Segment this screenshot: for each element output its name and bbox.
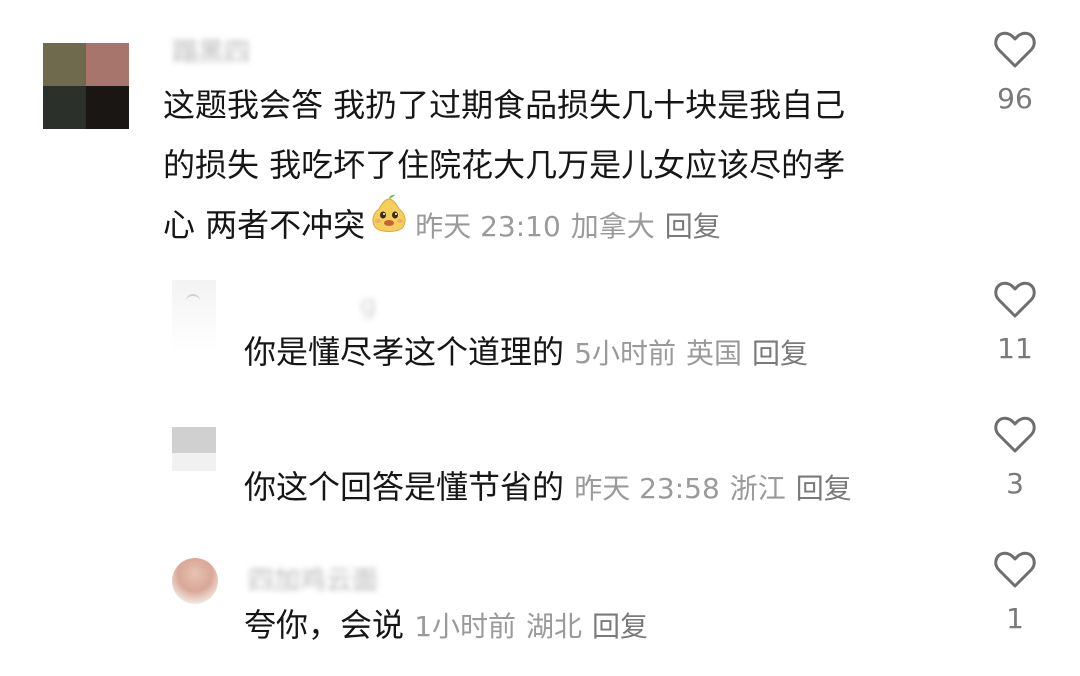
username[interactable]: g <box>360 290 377 320</box>
comment-text-line: 心 两者不冲突 <box>163 206 366 244</box>
comment-meta: 昨天 23:10 加拿大 回复 <box>415 210 721 243</box>
comment-location: 英国 <box>686 337 743 370</box>
comment-time: 昨天 23:10 <box>415 210 561 243</box>
comment-text: 你是懂尽孝这个道理的 5小时前 英国 回复 <box>244 322 808 384</box>
reply-button[interactable]: 回复 <box>752 337 808 370</box>
comment-text: 这题我会答 我扔了过期食品损失几十块是我自己 的损失 我吃坏了住院花大几万是儿女… <box>163 75 963 257</box>
heart-outline-icon <box>994 31 1036 68</box>
reply-button[interactable]: 回复 <box>592 610 648 643</box>
heart-outline-icon <box>994 281 1036 318</box>
like-button[interactable]: 1 <box>975 550 1055 635</box>
comment-text-line: 这题我会答 我扔了过期食品损失几十块是我自己 <box>163 86 846 124</box>
comment-location: 湖北 <box>526 610 583 643</box>
reply-button[interactable]: 回复 <box>665 210 721 243</box>
comment-text-line: 你这个回答是懂节省的 <box>244 468 565 506</box>
avatar[interactable] <box>172 427 216 471</box>
comment-text-last-line: 心 两者不冲突 昨天 23:10 加拿大 回复 <box>163 193 963 257</box>
comment-meta: 昨天 23:58 浙江 回复 <box>574 472 852 505</box>
like-button[interactable]: 3 <box>975 415 1055 500</box>
heart-outline-icon <box>994 551 1036 588</box>
like-count: 3 <box>1006 467 1024 500</box>
avatar[interactable] <box>172 280 216 352</box>
comment-text-line: 的损失 我吃坏了住院花大几万是儿女应该尽的孝 <box>163 146 846 184</box>
reply-item: 你这个回答是懂节省的 昨天 23:58 浙江 回复 3 <box>0 405 1080 535</box>
comment-text: 夸你，会说 1小时前 湖北 回复 <box>244 595 648 657</box>
comment-meta: 1小时前 湖北 回复 <box>414 610 648 643</box>
like-count: 1 <box>1006 602 1024 635</box>
like-count: 96 <box>997 82 1033 115</box>
comment-text: 你这个回答是懂节省的 昨天 23:58 浙江 回复 <box>244 457 852 519</box>
comment-time: 1小时前 <box>414 610 517 643</box>
comment-text-line: 你是懂尽孝这个道理的 <box>244 333 565 371</box>
like-button[interactable]: 11 <box>975 280 1055 365</box>
username[interactable]: 蹋黑四 <box>172 32 250 69</box>
like-count: 11 <box>997 332 1033 365</box>
avatar[interactable] <box>43 43 129 129</box>
avatar[interactable] <box>172 558 218 604</box>
comment-time: 5小时前 <box>574 337 677 370</box>
heart-outline-icon <box>994 416 1036 453</box>
username[interactable]: 四加鸡云面 <box>248 560 378 597</box>
comment-item: 蹋黑四 这题我会答 我扔了过期食品损失几十块是我自己 的损失 我吃坏了住院花大几… <box>0 0 1080 250</box>
like-button[interactable]: 96 <box>975 30 1055 115</box>
reply-item: 四加鸡云面 夸你，会说 1小时前 湖北 回复 1 <box>0 540 1080 676</box>
reply-item: g 你是懂尽孝这个道理的 5小时前 英国 回复 11 <box>0 270 1080 400</box>
comment-location: 浙江 <box>729 472 786 505</box>
comment-time: 昨天 23:58 <box>574 472 720 505</box>
comment-location: 加拿大 <box>570 210 655 243</box>
pear-face-emoji <box>367 193 411 256</box>
reply-button[interactable]: 回复 <box>796 472 852 505</box>
comment-text-line: 夸你，会说 <box>244 606 405 644</box>
comment-meta: 5小时前 英国 回复 <box>574 337 808 370</box>
